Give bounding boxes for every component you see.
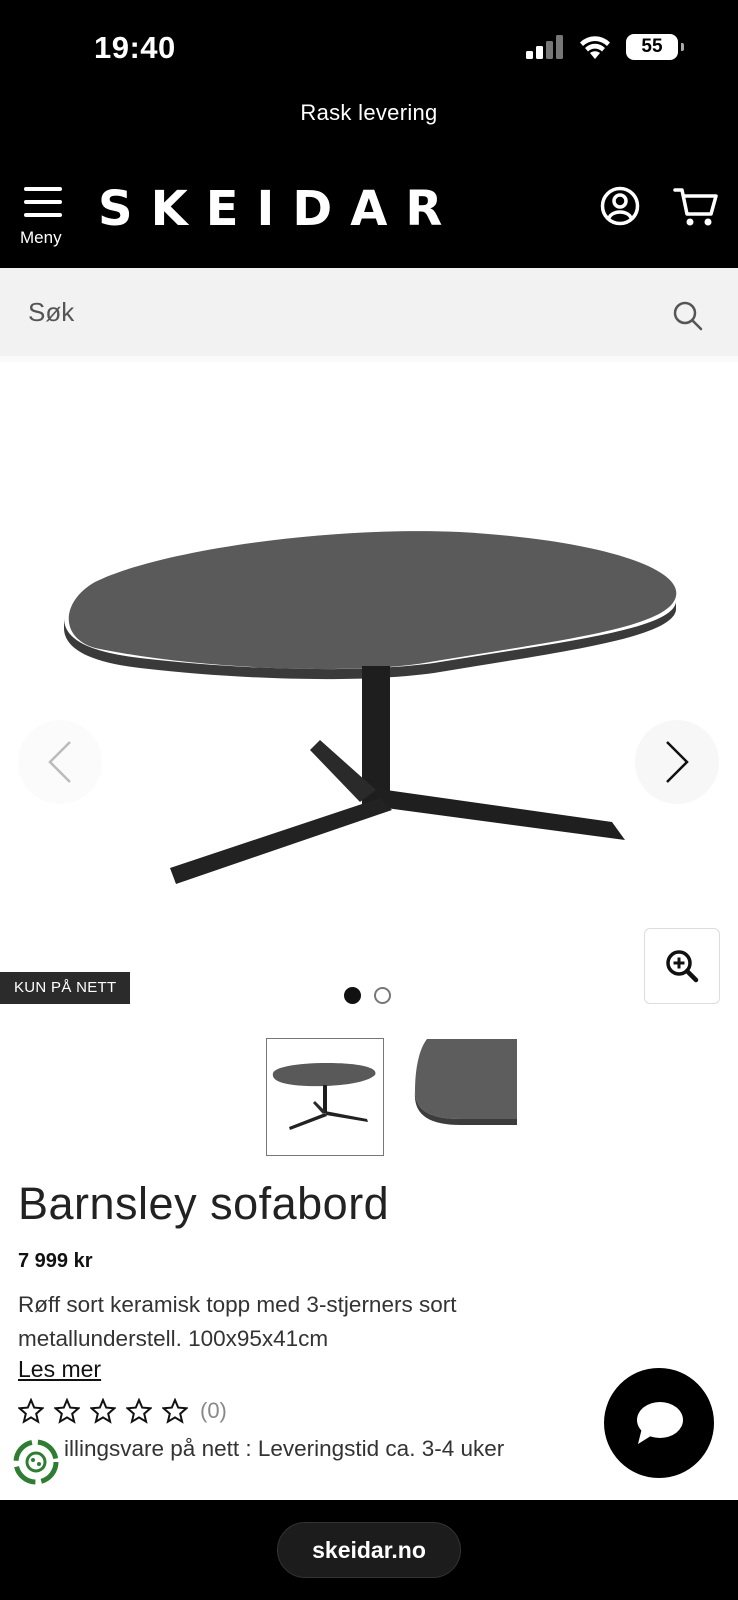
wifi-icon [580, 36, 610, 59]
previous-image-button[interactable] [18, 720, 102, 804]
star-icon [90, 1398, 116, 1424]
status-icons: 55 [526, 34, 684, 60]
battery-icon: 55 [626, 34, 684, 60]
delivery-info: illingsvare på nett : Leveringstid ca. 3… [64, 1436, 505, 1461]
browser-bottom-bar: skeidar.no [0, 1500, 738, 1600]
star-icon [18, 1398, 44, 1424]
carousel-dot[interactable] [344, 987, 361, 1004]
star-icon [54, 1398, 80, 1424]
next-image-button[interactable] [635, 720, 719, 804]
signal-icon [526, 35, 563, 59]
carousel-dot[interactable] [374, 987, 391, 1004]
review-count: (0) [200, 1398, 227, 1423]
product-description: Røff sort keramisk topp med 3-stjerners … [18, 1292, 457, 1351]
chevron-left-icon [48, 741, 71, 783]
product-page: 19:40 55 Rask levering Meny SKEIDAR Søk … [0, 0, 738, 1600]
product-price: 7 999 kr [18, 1250, 93, 1272]
menu-button[interactable]: Meny [20, 185, 68, 251]
chat-button[interactable] [604, 1368, 714, 1478]
product-title: Barnsley sofabord [18, 1178, 390, 1229]
chevron-right-icon [666, 741, 689, 783]
chat-bubble-icon [637, 1402, 683, 1444]
cart-icon[interactable] [673, 186, 719, 228]
address-bar[interactable]: skeidar.no [277, 1522, 461, 1578]
menu-label: Meny [20, 228, 62, 247]
thumbnail-list [266, 1038, 518, 1156]
read-more-link[interactable]: Les mer [18, 1356, 101, 1383]
carousel-dots [344, 987, 391, 1004]
recycle-icon[interactable] [12, 1438, 60, 1486]
header-area: 19:40 55 Rask levering Meny SKEIDAR [0, 0, 738, 268]
search-icon[interactable] [672, 300, 704, 332]
product-rating[interactable]: (0) [18, 1398, 227, 1424]
star-icon [162, 1398, 188, 1424]
search-bar [0, 268, 738, 362]
star-icon [126, 1398, 152, 1424]
status-time: 19:40 [94, 30, 176, 65]
online-only-badge: KUN PÅ NETT [0, 972, 131, 1004]
zoom-button[interactable] [644, 928, 720, 1004]
logo[interactable]: SKEIDAR [98, 181, 460, 237]
promo-banner: Rask levering [300, 100, 438, 125]
zoom-in-icon [666, 950, 699, 983]
account-icon[interactable] [600, 186, 640, 226]
search-input[interactable] [28, 292, 648, 332]
thumbnail[interactable] [266, 1038, 384, 1156]
thumbnail[interactable] [400, 1038, 518, 1156]
hamburger-icon [24, 187, 62, 217]
product-image[interactable] [0, 370, 738, 970]
product-gallery: KUN PÅ NETT [0, 370, 738, 1020]
